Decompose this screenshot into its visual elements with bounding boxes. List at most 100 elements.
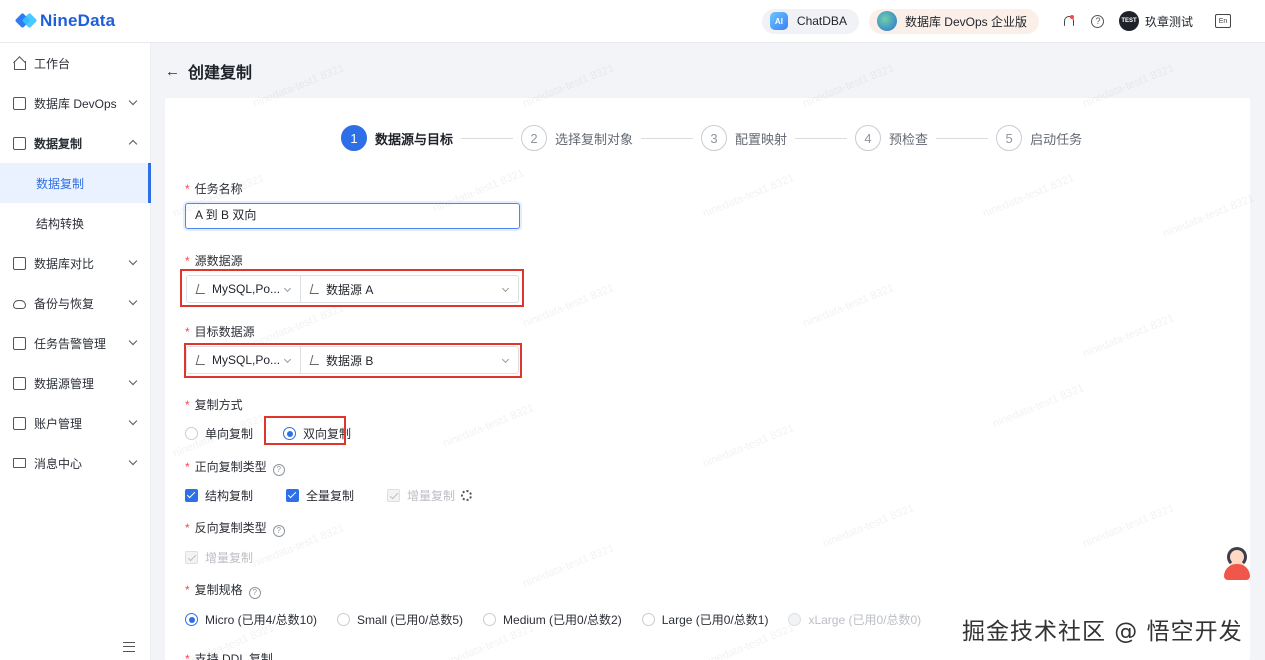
chevron-down-icon [128,296,138,306]
radio-circle [483,613,497,626]
reverse-incremental-checkbox: 增量复制 [185,549,253,566]
step-connector [936,137,989,139]
back-arrow-icon[interactable]: ← [165,63,180,80]
chatdba-button[interactable]: AI ChatDBA [761,8,859,34]
sidebar-item-label: 工作台 [34,56,71,71]
sidebar-subitem-label: 结构转换 [36,216,85,231]
chevron-down-icon [128,456,138,466]
avatar[interactable]: TEST [1118,11,1139,31]
radio-label: xLarge (已用0/总数0) [808,613,922,627]
sidebar-item-accounts[interactable]: 账户管理 [0,403,150,443]
forward-full-checkbox[interactable]: 全量复制 [286,487,354,504]
sidebar-item-compare[interactable]: 数据库对比 [0,243,150,283]
spec-small-radio[interactable]: Small (已用0/总数5) [337,611,463,628]
ninedata-logo[interactable]: NineData [14,11,115,31]
cloud-icon [13,300,26,309]
sidebar-subitem-label: 数据复制 [36,176,85,191]
spec-large-radio[interactable]: Large (已用0/总数1) [641,611,769,628]
step-number: 2 [521,125,548,151]
mode-label: * 复制方式 [185,398,243,412]
help-icon: ? [1091,14,1105,28]
step-number: 5 [996,125,1023,151]
language-switch-icon[interactable]: En [1215,14,1231,28]
highlight-box [264,416,346,445]
alarm-icon [13,336,26,350]
compare-icon [13,256,26,270]
user-name[interactable]: 玖章测试 [1145,13,1193,30]
ninedata-logo-icon [14,11,38,31]
step-label: 启动任务 [1030,131,1083,147]
help-icon[interactable]: ? [248,587,261,599]
chevron-down-icon [128,256,138,266]
sidebar-item-backup[interactable]: 备份与恢复 [0,283,150,323]
help-button[interactable]: ? [1091,14,1105,28]
checkbox [185,489,198,502]
radio-circle [641,613,655,626]
checkbox-label: 结构复制 [205,489,254,503]
sidebar-item-datasources[interactable]: 数据源管理 [0,363,150,403]
page-title: 创建复制 [188,65,253,82]
sidebar-item-label: 数据库对比 [34,256,95,271]
spec-radio-group: Micro (已用4/总数10) Small (已用0/总数5) Medium … [185,611,921,628]
step-connector [795,137,848,139]
sidebar-item-alerts[interactable]: 任务告警管理 [0,323,150,363]
chevron-down-icon [128,376,138,386]
radio-label: Micro (已用4/总数10) [205,613,318,627]
step-label: 选择复制对象 [555,131,634,147]
radio-label: 单向复制 [205,427,254,441]
datasource-icon [13,376,26,390]
page-header: ← 创建复制 [151,44,1265,98]
monitor-icon [13,96,26,110]
sidebar-subitem-schema-convert[interactable]: 结构转换 [0,203,150,243]
sidebar: 工作台 数据库 DevOps 数据复制 数据复制 结构转换 数据库对比 备份与恢… [0,43,151,660]
forward-structure-checkbox[interactable]: 结构复制 [185,487,253,504]
mode-one-way-radio[interactable]: 单向复制 [185,425,253,442]
step-4: 4 预检查 [855,125,928,151]
help-icon[interactable]: ? [272,525,285,537]
sidebar-item-label: 任务告警管理 [34,336,107,351]
account-icon [13,416,26,430]
checkbox-label: 增量复制 [407,489,456,503]
step-2: 2 选择复制对象 [521,125,633,151]
sidebar-item-label: 数据源管理 [34,376,95,391]
sidebar-item-devops[interactable]: 数据库 DevOps [0,83,150,123]
spec-micro-radio[interactable]: Micro (已用4/总数10) [185,611,317,628]
gear-icon[interactable] [461,490,473,501]
step-label: 数据源与目标 [375,131,454,147]
bell-icon [1062,15,1074,27]
forward-type-group: 结构复制 全量复制 增量复制 [185,487,473,504]
step-label: 配置映射 [735,131,788,147]
spec-medium-radio[interactable]: Medium (已用0/总数2) [483,611,622,628]
task-name-input[interactable]: A 到 B 双向 [185,203,520,229]
sidebar-item-messages[interactable]: 消息中心 [0,443,150,483]
spec-label: * 复制规格? [185,581,261,599]
task-name-label: * 任务名称 [185,182,243,196]
highlight-box [184,343,522,378]
devops-edition-label: 数据库 DevOps 企业版 [904,14,1027,29]
collapse-sidebar-icon[interactable] [123,642,135,652]
sidebar-item-label: 消息中心 [34,456,83,471]
sidebar-subitem-replication[interactable]: 数据复制 [0,163,151,203]
ddl-label: * 支持 DDL 复制 [185,652,273,660]
radio-label: Large (已用0/总数1) [661,613,769,627]
sidebar-item-workbench[interactable]: 工作台 [0,43,150,83]
radio-circle [337,613,351,626]
sidebar-item-label: 数据复制 [34,136,83,151]
customer-support-avatar-icon[interactable] [1220,543,1254,581]
step-number: 1 [341,125,367,151]
notification-button[interactable] [1061,14,1075,28]
forward-type-label: * 正向复制类型? [185,458,285,476]
help-icon[interactable]: ? [272,464,285,476]
footer-watermark: 掘金技术社区 @ 悟空开发 [962,619,1243,645]
step-1: 1 数据源与目标 [341,125,453,151]
sidebar-item-replication[interactable]: 数据复制 [0,123,150,163]
checkbox-label: 全量复制 [306,489,355,503]
devops-edition-button[interactable]: 数据库 DevOps 企业版 [868,8,1039,34]
chevron-down-icon [128,416,138,426]
spec-xlarge-radio: xLarge (已用0/总数0) [788,611,921,628]
form-card [165,98,1250,660]
step-connector [641,137,694,139]
chevron-down-icon [128,336,138,346]
forward-incremental-checkbox: 增量复制 [387,487,473,504]
step-indicator: 1 数据源与目标 2 选择复制对象 3 配置映射 4 预检查 5 启动任务 [341,124,1082,152]
